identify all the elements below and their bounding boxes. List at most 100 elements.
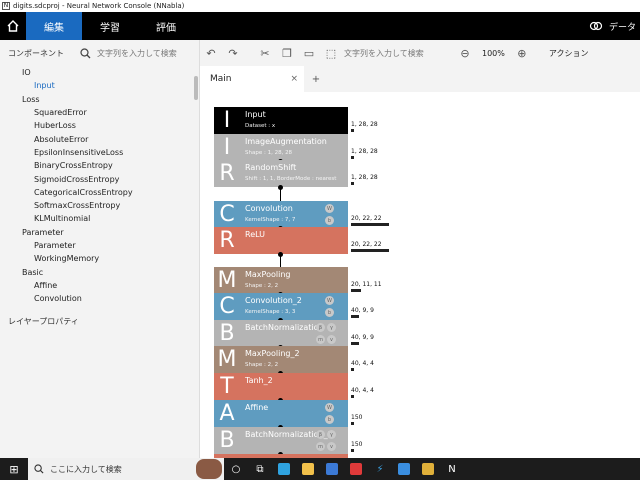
copy-icon[interactable]: ❐ xyxy=(276,47,298,60)
app-red-icon[interactable] xyxy=(344,458,368,480)
parameter-badge[interactable]: v xyxy=(327,335,336,344)
tab-edit[interactable]: 編集 xyxy=(26,12,82,40)
component-item-sigmoidcrossentropy[interactable]: SigmoidCrossEntropy xyxy=(0,172,198,185)
link-icon[interactable] xyxy=(589,20,603,32)
component-item-loss[interactable]: Loss xyxy=(0,93,198,106)
layer-tanh_2[interactable]: T Tanh_2 xyxy=(214,373,348,400)
windows-start-icon[interactable]: ⊞ xyxy=(0,463,28,476)
mail-icon[interactable] xyxy=(392,458,416,480)
parameter-badge[interactable]: W xyxy=(325,296,334,305)
parameter-badge[interactable]: v xyxy=(327,442,336,451)
search-icon xyxy=(34,464,44,474)
parameter-badge[interactable]: b xyxy=(325,308,334,317)
layer-batchnormalization_2[interactable]: B BatchNormalization_2 β γ m v xyxy=(214,427,348,454)
parameter-badge[interactable]: W xyxy=(325,403,334,412)
component-item-parameter[interactable]: Parameter xyxy=(0,226,198,239)
output-size-bar xyxy=(351,223,389,226)
layer-relu[interactable]: R ReLU xyxy=(214,227,348,254)
parameter-badge[interactable]: W xyxy=(325,204,334,213)
layer-imageaugmentation[interactable]: I ImageAugmentation Shape : 1, 28, 28 xyxy=(214,134,348,161)
tree-scrollbar[interactable] xyxy=(194,76,198,100)
cut-icon[interactable]: ✂ xyxy=(254,47,276,60)
layer-name: MaxPooling xyxy=(245,270,291,279)
paste-icon[interactable]: ▭ xyxy=(298,47,320,60)
layer-affine[interactable]: A Affine Wb xyxy=(214,400,348,427)
taskbar-search[interactable]: ここに入力して検索 xyxy=(28,458,224,480)
layer-convolution_2[interactable]: C Convolution_2 KernelShape : 3, 3 Wb xyxy=(214,293,348,320)
parameter-badge[interactable]: β xyxy=(316,430,325,439)
parameter-badge[interactable]: m xyxy=(316,442,325,451)
undo-icon[interactable]: ↶ xyxy=(200,47,222,60)
layer-property-header: レイヤープロパティ xyxy=(8,317,79,326)
layer-maxpooling[interactable]: M MaxPooling Shape : 2, 2 xyxy=(214,267,348,294)
parameter-badge[interactable]: m xyxy=(316,335,325,344)
layer-type-letter: B xyxy=(219,428,235,453)
link-dot[interactable] xyxy=(278,252,283,257)
component-item-parameter[interactable]: Parameter xyxy=(0,239,198,252)
layer-batchnormalization[interactable]: B BatchNormalization β γ m v xyxy=(214,320,348,347)
component-item-klmultinomial[interactable]: KLMultinomial xyxy=(0,212,198,225)
task-view-icon[interactable]: ⧉ xyxy=(248,458,272,480)
component-item-binarycrossentropy[interactable]: BinaryCrossEntropy xyxy=(0,159,198,172)
component-item-absoluteerror[interactable]: AbsoluteError xyxy=(0,132,198,145)
network-canvas[interactable]: I Input Dataset : x 1, 28, 28 I ImageAugmenta… xyxy=(200,92,640,458)
component-item-convolution[interactable]: Convolution xyxy=(0,292,198,305)
tab-training[interactable]: 学習 xyxy=(82,12,138,40)
zoom-out-icon[interactable]: ⊖ xyxy=(454,47,476,60)
component-item-softmaxcrossentropy[interactable]: SoftmaxCrossEntropy xyxy=(0,199,198,212)
search-icon xyxy=(80,47,91,58)
component-tree: IO Input Loss SquaredError HuberLoss Absolute… xyxy=(0,66,198,346)
component-item-categoricalcrossentropy[interactable]: CategoricalCrossEntropy xyxy=(0,186,198,199)
parameter-badge[interactable]: b xyxy=(325,216,334,225)
tab-main[interactable]: Main × xyxy=(200,66,304,92)
component-item-workingmemory[interactable]: WorkingMemory xyxy=(0,252,198,265)
layer-type-letter: C xyxy=(219,294,235,319)
component-search[interactable]: 文字列を入力して検索 xyxy=(80,47,177,59)
select-all-icon[interactable]: ⬚ xyxy=(320,47,342,60)
output-shape: 1, 28, 28 xyxy=(351,121,378,132)
network-search-input[interactable]: 文字列を入力して検索 xyxy=(344,48,454,59)
layer-name: Convolution xyxy=(245,204,293,213)
zoom-in-icon[interactable]: ⊕ xyxy=(511,47,533,60)
cortana-icon[interactable]: ○ xyxy=(224,458,248,480)
component-item-epsiloninsensitiveloss[interactable]: EpsilonInsensitiveLoss xyxy=(0,146,198,159)
tab-evaluation[interactable]: 評価 xyxy=(138,12,194,40)
component-item-io[interactable]: IO xyxy=(0,66,198,79)
output-shape-label: 40, 4, 4 xyxy=(351,387,374,394)
component-item-huberloss[interactable]: HuberLoss xyxy=(0,119,198,132)
component-item-input[interactable]: Input xyxy=(0,79,198,92)
layer-maxpooling_2[interactable]: M MaxPooling_2 Shape : 2, 2 xyxy=(214,346,348,373)
nnc-icon[interactable]: N xyxy=(440,458,464,480)
layer-input[interactable]: I Input Dataset : x xyxy=(214,107,348,134)
redo-icon[interactable]: ↷ xyxy=(222,47,244,60)
close-tab-icon[interactable]: × xyxy=(290,74,298,84)
chrome-icon[interactable] xyxy=(416,458,440,480)
output-shape: 20, 11, 11 xyxy=(351,281,382,292)
layer-randomshift[interactable]: R RandomShift Shift : 1, 1, BorderMode : n… xyxy=(214,160,348,187)
app-lightning-icon[interactable]: ⚡ xyxy=(368,458,392,480)
action-menu-button[interactable]: アクション xyxy=(549,48,589,59)
link-dot[interactable] xyxy=(278,185,283,190)
layer-convolution[interactable]: C Convolution KernelShape : 7, 7 Wb xyxy=(214,201,348,228)
parameter-badge[interactable]: β xyxy=(316,323,325,332)
explorer-icon[interactable] xyxy=(296,458,320,480)
add-tab-button[interactable]: + xyxy=(304,66,328,92)
home-icon xyxy=(7,20,19,32)
explorer-icon-tile xyxy=(302,463,314,475)
output-size-bar xyxy=(351,182,354,185)
parameter-badge[interactable]: γ xyxy=(327,323,336,332)
component-item-squarederror[interactable]: SquaredError xyxy=(0,106,198,119)
store-icon[interactable] xyxy=(320,458,344,480)
components-label: コンポーネント xyxy=(8,48,64,58)
component-item-basic[interactable]: Basic xyxy=(0,265,198,278)
taskbar-search-input[interactable]: ここに入力して検索 xyxy=(50,464,122,475)
component-item-affine[interactable]: Affine xyxy=(0,279,198,292)
home-button[interactable] xyxy=(0,12,26,40)
edge-icon[interactable] xyxy=(272,458,296,480)
tab-dataset[interactable]: データ xyxy=(609,20,636,33)
output-shape-label: 40, 9, 9 xyxy=(351,307,374,314)
parameter-badge[interactable]: b xyxy=(325,415,334,424)
parameter-badge[interactable]: γ xyxy=(327,430,336,439)
layer-name: RandomShift xyxy=(245,163,297,172)
search-input[interactable]: 文字列を入力して検索 xyxy=(97,48,177,59)
